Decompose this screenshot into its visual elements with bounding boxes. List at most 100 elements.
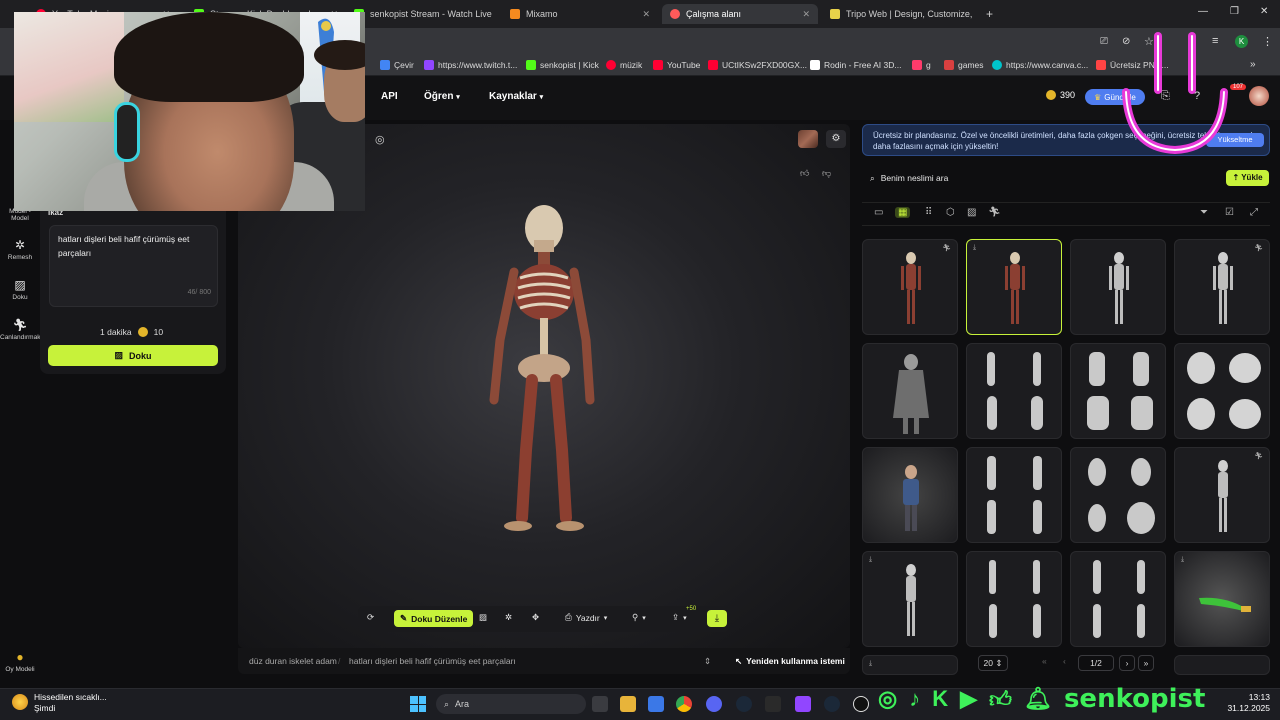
texture-generate-button[interactable]: ▨ Doku xyxy=(48,345,218,366)
cast-icon[interactable]: ⎚ xyxy=(1100,36,1108,47)
model-thumbnail[interactable] xyxy=(1070,239,1166,335)
select-icon[interactable]: ☑ xyxy=(1225,207,1234,218)
bookmark[interactable]: müzik xyxy=(606,60,642,70)
model-thumbnail[interactable]: 🏃︎ xyxy=(1174,447,1270,543)
bookmark[interactable]: games xyxy=(944,60,984,70)
taskbar-search[interactable]: ⌕ Ara xyxy=(436,694,586,714)
weather-icon[interactable] xyxy=(12,694,28,710)
breadcrumb-item[interactable]: düz duran iskelet adam xyxy=(249,656,337,666)
steam-icon[interactable] xyxy=(736,696,752,712)
more-icon[interactable]: ⋮ xyxy=(1262,35,1273,48)
rail-item-texture[interactable]: ▨ Doku xyxy=(0,278,40,301)
next-page-button[interactable]: › xyxy=(1119,655,1135,671)
nav-resources[interactable]: Kaynaklar ▾ xyxy=(489,91,543,102)
download-button[interactable]: ⤓ xyxy=(707,610,727,627)
close-tab-icon[interactable]: ✕ xyxy=(802,9,810,20)
rail-item-vote[interactable]: ● Oy Modeli xyxy=(0,650,40,673)
grid-view-icon[interactable]: ▦ xyxy=(895,207,911,218)
windows-start-icon[interactable] xyxy=(410,696,426,712)
prompt-textarea[interactable]: hatları dişleri beli hafif çürümüş eet p… xyxy=(49,225,218,307)
environment-icon[interactable]: ◎ xyxy=(375,133,385,146)
rotate-icon[interactable]: ⟳ xyxy=(367,612,374,623)
export-button[interactable]: ⇪ ▾ xyxy=(672,612,687,623)
steam-icon[interactable] xyxy=(824,696,840,712)
thumbs-down-icon[interactable]: 👎︎ xyxy=(822,168,831,179)
cube-icon[interactable]: ⬡ xyxy=(946,207,955,218)
new-tab-button[interactable]: + xyxy=(978,4,998,24)
model-thumbnail[interactable] xyxy=(862,447,958,543)
upload-button[interactable]: ⇡ Yükle xyxy=(1226,170,1269,186)
model-thumbnail[interactable] xyxy=(1174,655,1270,675)
epic-games-icon[interactable] xyxy=(765,696,781,712)
weather-widget[interactable]: Hissedilen sıcaklı... Şimdi xyxy=(34,692,107,714)
model-thumbnail[interactable] xyxy=(862,343,958,439)
rig-icon[interactable]: ✥ xyxy=(532,612,539,623)
task-view-icon[interactable] xyxy=(592,696,608,712)
model-thumbnail[interactable]: 🏃︎ xyxy=(862,239,958,335)
browser-tab-active[interactable]: Çalışma alanı ✕ xyxy=(662,4,818,24)
nav-learn[interactable]: Öğren ▾ xyxy=(424,91,460,102)
unreal-icon[interactable] xyxy=(853,696,869,712)
bookmark[interactable]: https://www.canva.c... xyxy=(992,60,1088,70)
profile-avatar[interactable]: K xyxy=(1235,35,1248,48)
fullscreen-icon[interactable]: ⤢ xyxy=(1250,207,1258,218)
rail-item-remesh[interactable]: ✲ Remesh xyxy=(0,238,40,261)
model-thumbnail[interactable] xyxy=(966,551,1062,647)
animation-filter-icon[interactable]: 🏃︎ xyxy=(988,207,1001,218)
model-thumbnail[interactable] xyxy=(1070,551,1166,647)
model-thumbnail[interactable]: ⤓ xyxy=(862,551,958,647)
library-search[interactable]: ⌕ Benim neslimi ara xyxy=(862,167,1062,189)
folder-icon[interactable]: ▭ xyxy=(874,207,883,218)
thumbs-up-icon[interactable]: 👍︎ xyxy=(800,168,809,179)
browser-tab[interactable]: Tripo Web | Design, Customize,✕ xyxy=(822,4,974,24)
bookmark[interactable]: Rodin - Free AI 3D... xyxy=(810,60,901,70)
style-button[interactable]: ⚲ ▾ xyxy=(632,612,646,623)
material-preview-thumbnail[interactable] xyxy=(798,130,818,148)
texture-icon[interactable]: ▨ xyxy=(479,612,487,623)
model-thumbnail[interactable] xyxy=(1174,343,1270,439)
close-window-icon[interactable]: ✕ xyxy=(1260,6,1268,17)
user-avatar[interactable] xyxy=(1249,86,1269,106)
remesh-icon[interactable]: ✲ xyxy=(505,612,512,623)
model-thumbnail-selected[interactable]: ⤓ xyxy=(966,239,1062,335)
bookmark[interactable]: YouTube xyxy=(653,60,700,70)
breadcrumb-item[interactable]: hatları dişleri beli hafif çürümüş eet p… xyxy=(349,656,516,666)
settings-icon[interactable]: ⚙ xyxy=(826,130,846,148)
model-thumbnail[interactable] xyxy=(1070,343,1166,439)
model-thumbnail[interactable]: ⤓ xyxy=(1174,551,1270,647)
prev-page-button[interactable]: ‹ xyxy=(1063,656,1066,666)
expand-icon[interactable]: ⇕ xyxy=(704,656,711,667)
texture-filter-icon[interactable]: ▨ xyxy=(967,207,976,218)
minimize-icon[interactable]: — xyxy=(1198,6,1208,17)
model-thumbnail[interactable]: 🏃︎ xyxy=(1174,239,1270,335)
edit-texture-button[interactable]: ✎ Doku Düzenle xyxy=(394,610,474,627)
model-thumbnail[interactable]: ⤓ xyxy=(862,655,958,675)
twitch-icon[interactable] xyxy=(795,696,811,712)
browser-tab[interactable]: senkopist Stream - Watch Live✕ xyxy=(346,4,496,24)
rail-item-animate[interactable]: 🏃︎ Canlandırmak xyxy=(0,318,40,341)
file-explorer-icon[interactable] xyxy=(620,696,636,712)
last-page-button[interactable]: » xyxy=(1138,655,1154,671)
store-icon[interactable] xyxy=(648,696,664,712)
model-thumbnail[interactable] xyxy=(1070,447,1166,543)
credits-display[interactable]: 390 xyxy=(1046,90,1075,100)
discord-icon[interactable] xyxy=(706,696,722,712)
model-thumbnail[interactable] xyxy=(966,447,1062,543)
reuse-prompt-button[interactable]: ↖ Yeniden kullanma istemi xyxy=(735,656,845,667)
bookmark[interactable]: https://www.twitch.t... xyxy=(424,60,517,70)
filter-icon[interactable]: ⏷ xyxy=(1200,207,1208,218)
bookmark[interactable]: senkopist | Kick xyxy=(526,60,599,70)
model-thumbnail[interactable] xyxy=(966,343,1062,439)
bookmark[interactable]: UCtIKSw2FXD00GX... xyxy=(708,60,807,70)
first-page-button[interactable]: « xyxy=(1042,656,1047,666)
close-tab-icon[interactable]: ✕ xyxy=(642,9,650,20)
bookmark[interactable]: g xyxy=(912,60,931,70)
bookmark[interactable]: Çevir xyxy=(380,60,414,70)
dense-grid-icon[interactable]: ⠿ xyxy=(925,207,932,218)
page-size-select[interactable]: 20 ⇕ xyxy=(978,655,1008,671)
print-button[interactable]: ⎙ Yazdır ▾ xyxy=(565,612,607,623)
nav-api[interactable]: API xyxy=(381,91,398,102)
chrome-icon[interactable] xyxy=(676,696,692,712)
system-clock[interactable]: 13:13 31.12.2025 xyxy=(1226,692,1270,714)
browser-tab[interactable]: Mixamo ✕ xyxy=(502,4,658,24)
